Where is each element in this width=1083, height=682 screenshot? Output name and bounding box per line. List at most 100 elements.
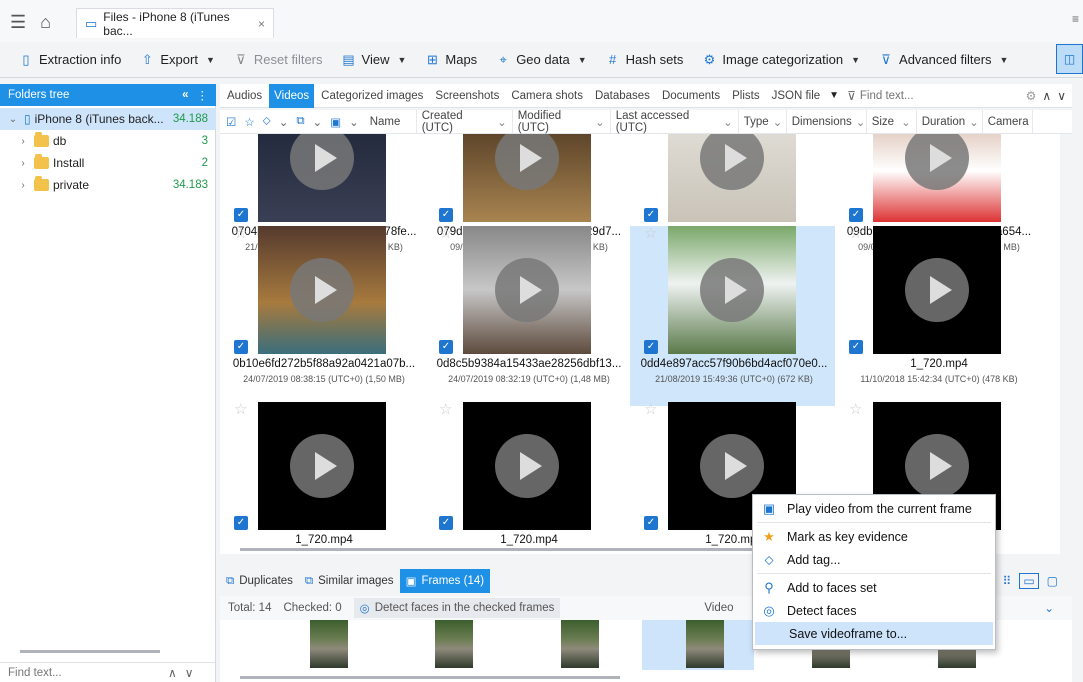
- tab-frames[interactable]: ▣ Frames (14): [399, 569, 491, 593]
- grid-view-icon[interactable]: ⠿: [1003, 574, 1012, 588]
- frame-thumbnail[interactable]: [435, 620, 473, 668]
- menu-item-save-videoframe[interactable]: Save videoframe to...: [755, 622, 993, 645]
- frame-thumbnail[interactable]: [310, 620, 348, 668]
- single-view-icon[interactable]: ▭: [1019, 573, 1039, 589]
- video-thumbnail[interactable]: [258, 134, 386, 222]
- chevron-down-icon[interactable]: ⌄: [773, 115, 783, 129]
- menu-item-mark-key-evidence[interactable]: ★ Mark as key evidence: [753, 525, 995, 548]
- video-thumbnail[interactable]: [873, 134, 1001, 222]
- extraction-info-button[interactable]: ▯ Extraction info: [12, 45, 127, 75]
- panel-view-icon[interactable]: ▢: [1047, 574, 1058, 588]
- chevron-right-icon[interactable]: ›: [16, 180, 30, 191]
- chevron-down-icon[interactable]: ⌄: [1044, 601, 1054, 615]
- tab-category[interactable]: Videos: [269, 83, 315, 108]
- star-icon[interactable]: ☆: [234, 224, 247, 242]
- grid-find-input[interactable]: [859, 89, 1020, 102]
- chevron-down-icon[interactable]: ⌄: [497, 115, 507, 129]
- tab-category[interactable]: Plists: [727, 84, 764, 108]
- image-icon[interactable]: ▣: [330, 115, 341, 129]
- grid-hscroll[interactable]: [240, 548, 760, 551]
- hash-sets-button[interactable]: # Hash sets: [599, 45, 690, 75]
- frame-thumbnail[interactable]: [561, 620, 599, 668]
- star-icon[interactable]: ☆: [849, 224, 862, 242]
- item-checkbox[interactable]: ✓: [644, 340, 658, 354]
- star-icon[interactable]: ☆: [234, 400, 247, 418]
- tab-category[interactable]: Documents: [657, 84, 725, 108]
- maps-button[interactable]: ⊞ Maps: [418, 45, 483, 75]
- tab-category[interactable]: Databases: [590, 84, 655, 108]
- star-icon[interactable]: ☆: [644, 224, 657, 242]
- tab-files[interactable]: ▭ Files - iPhone 8 (iTunes bac... ×: [76, 8, 274, 38]
- frame-thumbnail[interactable]: [686, 620, 724, 668]
- video-thumbnail[interactable]: [873, 226, 1001, 354]
- tab-category[interactable]: Categorized images: [316, 84, 428, 108]
- menu-item-detect-faces[interactable]: ◎ Detect faces: [753, 599, 995, 622]
- tab-close-icon[interactable]: ×: [258, 17, 265, 31]
- item-checkbox[interactable]: ✓: [234, 340, 248, 354]
- column-header-cell[interactable]: Camera: [983, 109, 1033, 134]
- collapse-icon[interactable]: «: [182, 89, 188, 101]
- star-icon[interactable]: ☆: [244, 115, 254, 129]
- menu-item-add-tag[interactable]: ⬦ Add tag...: [753, 548, 995, 571]
- settings-icon[interactable]: ⚙: [1026, 89, 1037, 103]
- video-card[interactable]: ☆ ✓ 1_720.mp4: [425, 401, 630, 554]
- item-checkbox[interactable]: ✓: [644, 516, 658, 530]
- chevron-down-icon[interactable]: ⌄: [313, 115, 323, 129]
- tab-category[interactable]: Audios: [222, 84, 267, 108]
- chevron-down-icon[interactable]: ⌄: [723, 115, 733, 129]
- video-thumbnail[interactable]: [463, 402, 591, 530]
- column-header-cell[interactable]: Modified (UTC) ⌄: [513, 109, 611, 134]
- chevron-down-icon[interactable]: ⌄: [901, 115, 911, 129]
- item-checkbox[interactable]: ✓: [849, 340, 863, 354]
- tree-item-install[interactable]: › Install 2: [0, 152, 216, 174]
- video-card[interactable]: ☆ ✓ 1_720.mp4: [220, 400, 425, 554]
- item-checkbox[interactable]: ✓: [439, 208, 453, 222]
- column-header-cell[interactable]: Dimensions ⌄: [787, 109, 867, 134]
- more-icon[interactable]: ⋮: [197, 88, 209, 102]
- video-card[interactable]: ☆ ✓ 0d8c5b9384a15433ae28256dbf13... 24/07/2…: [425, 224, 630, 406]
- chevron-down-icon[interactable]: ⌄: [6, 114, 20, 125]
- item-checkbox[interactable]: ✓: [644, 208, 658, 222]
- chevron-down-icon[interactable]: ⌄: [595, 115, 605, 129]
- find-up-icon[interactable]: ∧: [1042, 89, 1051, 103]
- tab-overflow-icon[interactable]: ▼: [829, 90, 839, 101]
- video-card[interactable]: ☆ ✓ 0b10e6fd272b5f88a92a0421a07b... 24/07/2…: [220, 224, 425, 406]
- tree-item-private[interactable]: › private 34.183: [0, 174, 216, 196]
- column-header-cell[interactable]: Duration ⌄: [917, 109, 983, 134]
- video-card[interactable]: ☆ ✓ 0dd4e897acc57f90b6bd4acf070e0... 21/08/…: [630, 224, 835, 406]
- geo-data-button[interactable]: ⌖ Geo data ▼: [489, 45, 592, 75]
- export-button[interactable]: ⇧ Export ▼: [133, 45, 221, 75]
- item-checkbox[interactable]: ✓: [234, 208, 248, 222]
- reset-filters-button[interactable]: ⊽ Reset filters: [227, 45, 329, 75]
- advanced-filters-button[interactable]: ⊽ Advanced filters ▼: [872, 45, 1014, 75]
- chevron-down-icon[interactable]: ⌄: [969, 115, 979, 129]
- folders-find-input[interactable]: [0, 666, 160, 679]
- column-header-cell[interactable]: Last accessed (UTC) ⌄: [611, 109, 739, 134]
- hamburger-menu-icon[interactable]: ☰: [10, 12, 26, 33]
- star-icon[interactable]: ☆: [439, 224, 452, 242]
- star-icon[interactable]: ☆: [644, 400, 657, 418]
- chevron-down-icon[interactable]: ⌄: [349, 115, 359, 129]
- down-icon[interactable]: ∨: [185, 666, 194, 680]
- video-thumbnail[interactable]: [463, 226, 591, 354]
- chevron-right-icon[interactable]: ›: [16, 158, 30, 169]
- item-checkbox[interactable]: ✓: [439, 340, 453, 354]
- image-categorization-button[interactable]: ⚙ Image categorization ▼: [695, 45, 866, 75]
- menu-item-play[interactable]: ▣ Play video from the current frame: [753, 497, 995, 520]
- copy-icon[interactable]: ⧉: [296, 115, 304, 128]
- detect-faces-checked-button[interactable]: ◎ Detect faces in the checked frames: [353, 598, 561, 618]
- video-thumbnail[interactable]: [463, 134, 591, 222]
- panel-toggle-button[interactable]: ◫: [1056, 44, 1083, 74]
- tree-item-db[interactable]: › db 3: [0, 130, 216, 152]
- star-icon[interactable]: ☆: [849, 400, 862, 418]
- select-all-checkbox-icon[interactable]: ☑: [226, 115, 236, 129]
- tab-category[interactable]: Screenshots: [430, 84, 504, 108]
- tab-category[interactable]: JSON file: [767, 84, 826, 108]
- view-button[interactable]: ▤ View ▼: [335, 45, 413, 75]
- menu-lines-icon[interactable]: ≡: [1072, 12, 1079, 26]
- item-checkbox[interactable]: ✓: [439, 516, 453, 530]
- item-checkbox[interactable]: ✓: [234, 516, 248, 530]
- tag-icon[interactable]: ⬦: [263, 115, 271, 128]
- item-checkbox[interactable]: ✓: [849, 208, 863, 222]
- chevron-down-icon[interactable]: ⌄: [856, 115, 866, 129]
